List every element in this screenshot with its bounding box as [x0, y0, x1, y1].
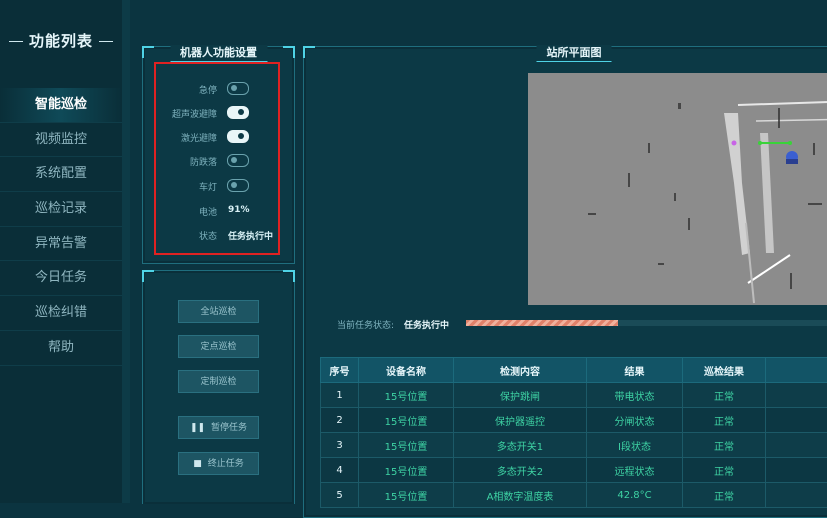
pause-icon: ❚❚: [190, 417, 205, 439]
cell-result: 带电状态: [587, 383, 683, 408]
table-row[interactable]: 5 15号位置 A相数字温度表 42.8°C 正常: [321, 483, 827, 508]
sidebar-item-alarms[interactable]: 异常告警: [0, 227, 122, 262]
cell-device: 15号位置: [359, 408, 454, 433]
cell-extra: [766, 408, 827, 433]
patrol-result-table: 序号 设备名称 检测内容 结果 巡检结果 1 15号位置 保护跳闸 带电状态 正…: [320, 357, 827, 508]
pause-task-button[interactable]: ❚❚ 暂停任务: [178, 416, 259, 439]
cell-device: 15号位置: [359, 383, 454, 408]
col-header-index: 序号: [321, 358, 359, 383]
sidebar-item-patrol-records[interactable]: 巡检记录: [0, 192, 122, 227]
sidebar-title-text: 功能列表: [29, 32, 93, 50]
cell-content: 保护器遥控: [454, 408, 587, 433]
cell-index: 5: [321, 483, 359, 508]
cell-index: 1: [321, 383, 359, 408]
cell-index: 4: [321, 458, 359, 483]
title-dash-left: [9, 41, 23, 42]
robot-settings-title: 机器人功能设置: [170, 45, 267, 62]
title-dash-right: [99, 41, 113, 42]
task-progress-bar: [466, 320, 827, 326]
stop-task-button[interactable]: ■ 终止任务: [178, 452, 259, 475]
cell-extra: [766, 458, 827, 483]
sidebar-item-today-tasks[interactable]: 今日任务: [0, 261, 122, 296]
sidebar-item-video-monitor[interactable]: 视频监控: [0, 123, 122, 158]
col-header-patrol-result: 巡检结果: [683, 358, 766, 383]
floor-plan-map[interactable]: [528, 73, 827, 305]
cell-patrol-result: 正常: [683, 433, 766, 458]
sidebar-item-smart-patrol[interactable]: 智能巡检: [0, 88, 122, 123]
sidebar-item-patrol-correction[interactable]: 巡检纠错: [0, 296, 122, 331]
cell-patrol-result: 正常: [683, 483, 766, 508]
cell-index: 2: [321, 408, 359, 433]
cell-content: A相数字温度表: [454, 483, 587, 508]
col-header-result: 结果: [587, 358, 683, 383]
cell-content: 多态开关1: [454, 433, 587, 458]
sidebar-nav: 智能巡检 视频监控 系统配置 巡检记录 异常告警 今日任务 巡检纠错 帮助: [0, 88, 122, 366]
station-map-title: 站所平面图: [537, 45, 612, 62]
sidebar-item-help[interactable]: 帮助: [0, 331, 122, 366]
task-progress-fill: [466, 320, 618, 326]
table-row[interactable]: 2 15号位置 保护器遥控 分闸状态 正常: [321, 408, 827, 433]
table-row[interactable]: 4 15号位置 多态开关2 远程状态 正常: [321, 458, 827, 483]
cell-content: 保护跳闸: [454, 383, 587, 408]
cell-patrol-result: 正常: [683, 408, 766, 433]
cell-result: 分闸状态: [587, 408, 683, 433]
cell-extra: [766, 383, 827, 408]
cell-patrol-result: 正常: [683, 458, 766, 483]
highlight-box: [154, 62, 280, 255]
table-row[interactable]: 3 15号位置 多态开关1 I段状态 正常: [321, 433, 827, 458]
cell-device: 15号位置: [359, 458, 454, 483]
cell-result: 远程状态: [587, 458, 683, 483]
task-status-value: 任务执行中: [404, 321, 449, 331]
cell-index: 3: [321, 433, 359, 458]
pause-task-label: 暂停任务: [211, 423, 247, 433]
sidebar-item-system-config[interactable]: 系统配置: [0, 157, 122, 192]
cell-extra: [766, 433, 827, 458]
sidebar: 功能列表 智能巡检 视频监控 系统配置 巡检记录 异常告警 今日任务 巡检纠错 …: [0, 0, 122, 503]
table-header-row: 序号 设备名称 检测内容 结果 巡检结果: [321, 358, 827, 383]
custom-patrol-button[interactable]: 定制巡检: [178, 370, 259, 393]
col-header-device: 设备名称: [359, 358, 454, 383]
control-panel: 全站巡检 定点巡检 定制巡检 ❚❚ 暂停任务 ■ 终止任务: [142, 270, 295, 504]
cell-device: 15号位置: [359, 433, 454, 458]
point-patrol-button[interactable]: 定点巡检: [178, 335, 259, 358]
stop-task-label: 终止任务: [208, 459, 244, 469]
cell-content: 多态开关2: [454, 458, 587, 483]
cell-result: I段状态: [587, 433, 683, 458]
cell-patrol-result: 正常: [683, 383, 766, 408]
cell-device: 15号位置: [359, 483, 454, 508]
cell-result: 42.8°C: [587, 483, 683, 508]
sidebar-divider: [122, 0, 130, 503]
floor-plan-drawing: [528, 73, 827, 305]
col-header-content: 检测内容: [454, 358, 587, 383]
stop-icon: ■: [193, 453, 202, 475]
col-header-extra: [766, 358, 827, 383]
task-status-line: 当前任务状态: 任务执行中: [337, 318, 449, 331]
sidebar-title: 功能列表: [0, 30, 122, 51]
table-row[interactable]: 1 15号位置 保护跳闸 带电状态 正常: [321, 383, 827, 408]
full-patrol-button[interactable]: 全站巡检: [178, 300, 259, 323]
cell-extra: [766, 483, 827, 508]
task-status-label: 当前任务状态:: [337, 321, 394, 331]
